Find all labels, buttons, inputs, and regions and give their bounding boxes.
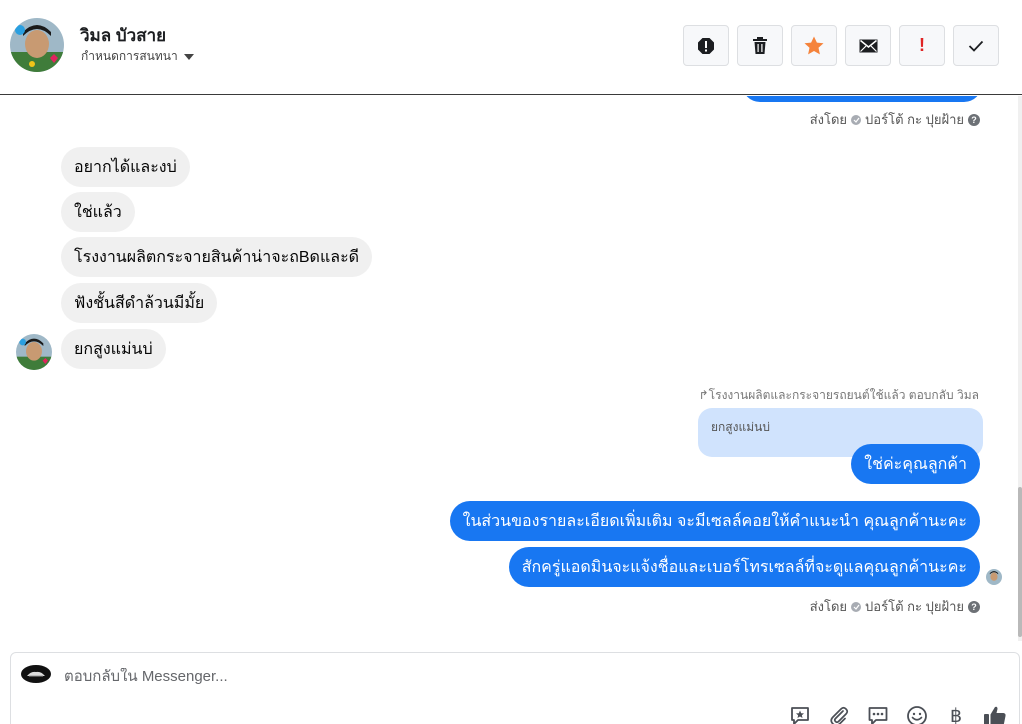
payment-button[interactable]: ฿ — [943, 705, 969, 724]
like-button[interactable] — [982, 705, 1008, 724]
baht-icon: ฿ — [949, 705, 963, 724]
assign-conversation-dropdown[interactable]: กำหนดการสนทนา — [81, 47, 194, 66]
sender-avatar[interactable] — [16, 334, 52, 370]
seen-by-avatar — [986, 569, 1002, 585]
contact-name[interactable]: วิมล บัวสาย — [80, 22, 166, 49]
sent-by-prefix: ส่งโดย — [809, 112, 848, 127]
outgoing-message-bubble-partial — [742, 96, 982, 102]
assign-conversation-label: กำหนดการสนทนา — [81, 49, 178, 63]
incoming-message-bubble[interactable]: โรงงานผลิตกระจายสินค้าน่าจะถBดและดี — [61, 237, 373, 277]
trash-icon — [753, 36, 767, 54]
reply-composer: ฿ — [10, 652, 1020, 724]
sent-check-icon — [851, 601, 862, 612]
saved-reply-button[interactable] — [787, 705, 813, 724]
outgoing-message-bubble[interactable]: สักครู่แอดมินจะแจ้งชื่อและเบอร์โทรเซลล์ท… — [508, 547, 980, 587]
report-button[interactable] — [683, 25, 729, 66]
incoming-message-bubble[interactable]: ยกสูงแม่นบ่ — [61, 329, 166, 369]
reply-context-note: ↱โรงงานผลิตและกระจายรถยนต์ใช้แล้ว ตอบกลั… — [698, 388, 979, 402]
mark-done-button[interactable] — [953, 25, 999, 66]
contact-avatar[interactable] — [10, 18, 64, 72]
delete-button[interactable] — [737, 25, 783, 66]
emoji-icon — [907, 706, 927, 724]
quick-reply-button[interactable] — [865, 705, 891, 724]
sent-by-meta: ส่งโดย ปอร์โต้ กะ ปุยฝ้าย ? — [810, 596, 980, 617]
important-icon: ! — [919, 35, 925, 55]
emoji-button[interactable] — [904, 705, 930, 724]
reply-input[interactable] — [64, 668, 764, 685]
sent-by-name: ปอร์โต้ กะ ปุยฝ้าย — [865, 599, 964, 614]
like-icon — [984, 706, 1006, 724]
outgoing-message-bubble[interactable]: ในส่วนของรายละเอียดเพิ่มเติม จะมีเซลล์คอ… — [449, 501, 980, 541]
incoming-message-bubble[interactable]: ฟังชั้นสีดำล้วนมีมั้ย — [61, 283, 218, 323]
incoming-message-bubble[interactable]: อยากได้และงบ่ — [61, 147, 190, 187]
chat-bubble-icon — [868, 707, 888, 724]
saved-reply-icon — [791, 707, 809, 724]
email-button[interactable] — [845, 25, 891, 66]
mail-icon — [859, 39, 877, 52]
sent-by-name: ปอร์โต้ กะ ปุยฝ้าย — [865, 112, 964, 127]
outgoing-message-bubble[interactable]: ใช่ค่ะคุณลูกค้า — [851, 444, 980, 484]
help-icon[interactable]: ? — [968, 113, 980, 126]
report-icon — [698, 37, 714, 54]
attach-button[interactable] — [826, 705, 852, 724]
composer-tools: ฿ — [787, 705, 1008, 724]
conversation-toolbar: ! — [683, 25, 999, 66]
incoming-message-bubble[interactable]: ใช่แล้ว — [61, 192, 135, 232]
page-logo-icon — [21, 665, 51, 683]
sent-by-meta: ส่งโดย ปอร์โต้ กะ ปุยฝ้าย ? — [810, 109, 980, 130]
star-button[interactable] — [791, 25, 837, 66]
sent-check-icon — [851, 114, 862, 125]
star-icon — [804, 36, 824, 55]
message-list[interactable]: ส่งโดย ปอร์โต้ กะ ปุยฝ้าย ? อยากได้และงบ… — [0, 96, 1018, 644]
inbox-conversation-view: วิมล บัวสาย กำหนดการสนทนา ! ส่งโดย ปอร์โ… — [0, 0, 1022, 724]
sent-by-prefix: ส่งโดย — [809, 599, 848, 614]
check-icon — [968, 40, 984, 52]
caret-down-icon — [183, 53, 194, 60]
help-icon[interactable]: ? — [968, 600, 980, 613]
attachment-icon — [830, 706, 849, 724]
mark-important-button[interactable]: ! — [899, 25, 945, 66]
conversation-header: วิมล บัวสาย กำหนดการสนทนา ! — [0, 0, 1022, 95]
scrollbar-thumb[interactable] — [1018, 487, 1022, 637]
